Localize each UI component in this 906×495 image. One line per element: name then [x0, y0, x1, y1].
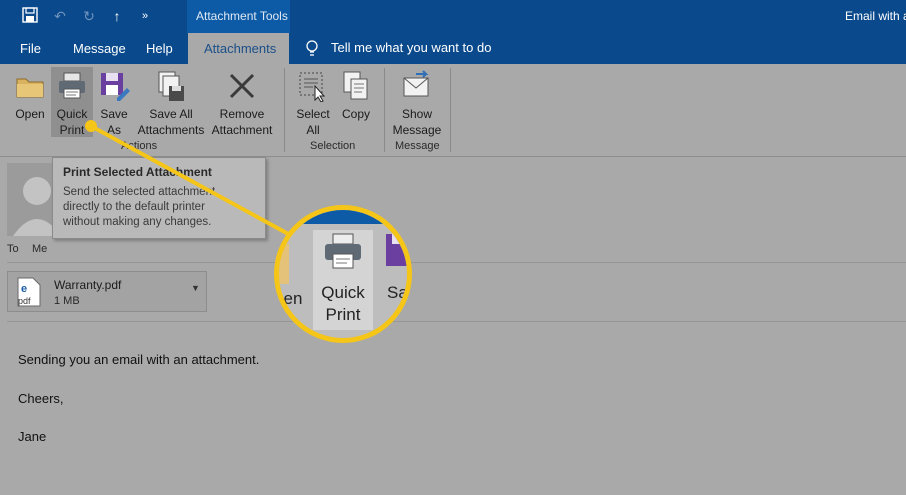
- tab-message[interactable]: Message: [73, 41, 126, 56]
- attachment-chip[interactable]: e pdf Warranty.pdf 1 MB ▼: [7, 271, 207, 312]
- save-all-icon: [158, 71, 184, 101]
- remove-x-icon: [229, 73, 255, 99]
- group-label-actions: Actions: [121, 140, 158, 152]
- tooltip-line-3: without making any changes.: [63, 216, 212, 228]
- zoom-magnifier: en Quick Print Sa A: [274, 205, 412, 343]
- select-all-icon: [299, 72, 326, 102]
- attachment-size: 1 MB: [54, 295, 80, 307]
- show-message-icon: [403, 70, 429, 97]
- recipient-name[interactable]: Me: [32, 243, 47, 255]
- group-separator: [284, 68, 285, 152]
- group-label-selection: Selection: [310, 140, 356, 152]
- remove-attachment-button[interactable]: Remove Attachment: [208, 70, 276, 138]
- show-message-label-1: Show: [401, 107, 433, 121]
- avatar: [7, 163, 53, 236]
- svg-text:e: e: [21, 283, 27, 295]
- tab-help[interactable]: Help: [146, 41, 173, 56]
- show-message-button[interactable]: Show Message: [391, 70, 443, 138]
- up-arrow-icon[interactable]: ↑: [108, 7, 126, 25]
- tooltip-line-1: Send the selected attachment: [63, 186, 216, 198]
- window-title: Email with a: [845, 9, 906, 23]
- tooltip-line-2: directly to the default printer: [63, 201, 205, 213]
- select-all-label-2: All: [306, 123, 320, 137]
- show-message-label-2: Message: [392, 123, 442, 137]
- copy-icon: [343, 71, 368, 100]
- save-as-icon: [101, 73, 130, 101]
- lightbulb-icon: [305, 40, 319, 58]
- context-title: Attachment Tools: [196, 9, 288, 23]
- body-line-2: Cheers,: [18, 391, 64, 406]
- undo-icon[interactable]: ↶: [51, 7, 69, 25]
- tab-attachments-label: Attachments: [204, 41, 277, 56]
- divider: [7, 262, 906, 263]
- zoom-print-label: Print: [325, 305, 361, 324]
- tab-attachments[interactable]: Attachments: [188, 33, 289, 64]
- attachment-name: Warranty.pdf: [54, 278, 122, 292]
- select-all-button[interactable]: Select All: [293, 70, 333, 138]
- save-as-label-2: As: [106, 123, 121, 137]
- redo-icon[interactable]: ↻: [80, 7, 98, 25]
- tooltip-print-selected-attachment: Print Selected Attachment Send the selec…: [52, 157, 266, 239]
- zoom-title-bar: [279, 210, 407, 224]
- save-icon[interactable]: [21, 7, 39, 25]
- zoom-save-fragment: Sa: [387, 283, 408, 302]
- remove-label-1: Remove: [219, 107, 265, 121]
- zoom-open-fragment: en: [283, 289, 303, 308]
- group-separator: [450, 68, 451, 152]
- divider: [7, 321, 906, 322]
- copy-button[interactable]: Copy: [337, 70, 375, 138]
- save-as-button[interactable]: Save As: [96, 70, 132, 138]
- save-as-icon: [386, 234, 407, 266]
- tooltip-title: Print Selected Attachment: [63, 165, 212, 179]
- tell-me-search[interactable]: Tell me what you want to do: [331, 40, 491, 55]
- to-label: To: [7, 243, 19, 255]
- group-label-message: Message: [395, 140, 440, 152]
- group-separator: [384, 68, 385, 152]
- save-all-label-1: Save All: [149, 107, 193, 121]
- tab-file[interactable]: File: [20, 41, 41, 56]
- select-all-label-1: Select: [296, 107, 330, 121]
- printer-icon: [325, 233, 361, 269]
- chevron-down-icon[interactable]: ▼: [191, 283, 200, 293]
- quick-print-label-1: Quick: [56, 107, 88, 121]
- open-label: Open: [15, 107, 45, 121]
- save-as-label-1: Save: [100, 107, 128, 121]
- body-line-3: Jane: [18, 429, 47, 444]
- body-line-1: Sending you an email with an attachment.: [18, 352, 260, 367]
- file-type-label: pdf: [18, 296, 31, 306]
- quick-print-label-2: Print: [59, 123, 85, 137]
- quick-print-button[interactable]: Quick Print: [51, 67, 93, 137]
- copy-label: Copy: [341, 107, 370, 121]
- zoom-quick-label: Quick: [321, 283, 365, 302]
- printer-icon: [59, 72, 85, 99]
- remove-label-2: Attachment: [211, 123, 273, 137]
- open-button[interactable]: Open: [10, 70, 50, 138]
- save-all-attachments-button[interactable]: Save All Attachments: [135, 70, 207, 138]
- zoom-folder-fragment: [279, 244, 289, 284]
- zoom-as-fragment: A: [395, 305, 407, 324]
- save-all-label-2: Attachments: [137, 123, 205, 137]
- folder-icon: [16, 78, 44, 98]
- more-commands-icon[interactable]: »: [136, 7, 154, 25]
